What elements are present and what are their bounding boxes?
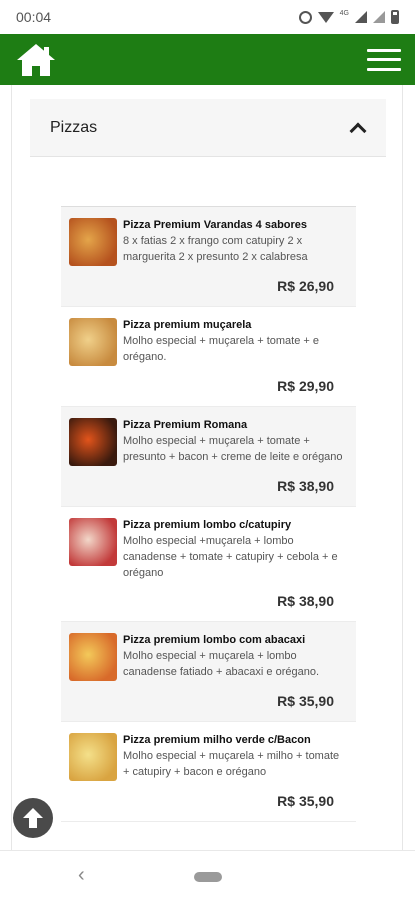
product-price: R$ 29,90 [277,378,334,394]
product-thumbnail-image [69,218,117,266]
product-thumbnail-image [69,633,117,681]
home-icon[interactable] [14,40,58,80]
status-bar: 00:04 4G [0,0,415,34]
section-title: Pizzas [50,118,98,136]
product-price: R$ 35,90 [277,693,334,709]
scroll-to-top-button[interactable] [13,798,53,838]
product-thumbnail-image [69,518,117,566]
product-thumbnail-image [69,733,117,781]
product-price: R$ 26,90 [277,278,334,294]
product-item[interactable]: Pizza Premium Romana Molho especial + muç… [61,407,356,507]
product-item[interactable]: Pizza Premium Varandas 4 sabores 8 x fati… [61,207,356,307]
network-type-label: 4G [339,9,349,17]
product-list: Pizza Premium Varandas 4 sabores 8 x fati… [61,206,356,822]
product-thumbnail-image [69,418,117,466]
product-item[interactable]: Pizza premium lombo c/catupiry Molho espe… [61,507,356,622]
product-item[interactable]: Pizza premium muçarela Molho especial + m… [61,307,356,407]
product-thumbnail-image [69,318,117,366]
accordion-header-pizzas[interactable]: Pizzas [30,99,386,157]
content-right-border [402,85,403,850]
status-icons: 4G [298,9,399,24]
home-pill-icon[interactable] [194,872,222,882]
signal-secondary-icon [373,11,385,23]
product-item[interactable]: Pizza premium lombo com abacaxi Molho esp… [61,622,356,722]
wifi-icon [317,11,334,23]
app-bar [0,34,415,85]
back-icon[interactable]: ‹ [78,865,85,885]
product-price: R$ 35,90 [277,793,334,809]
product-price: R$ 38,90 [277,478,334,494]
alarm-icon [298,10,312,24]
main-content[interactable]: Pizzas Pizza Premium Varandas 4 sabores 8… [0,85,415,850]
chevron-up-icon[interactable] [349,122,367,139]
signal-icon [355,11,367,23]
battery-icon [391,10,399,24]
status-time: 00:04 [16,9,52,25]
hamburger-menu-icon[interactable] [367,46,401,74]
arrow-up-icon [23,808,43,828]
product-item[interactable]: Pizza premium milho verde c/Bacon Molho e… [61,722,356,822]
system-nav-bar: ‹ [0,850,415,900]
product-price: R$ 38,90 [277,593,334,609]
content-left-border [11,85,12,850]
